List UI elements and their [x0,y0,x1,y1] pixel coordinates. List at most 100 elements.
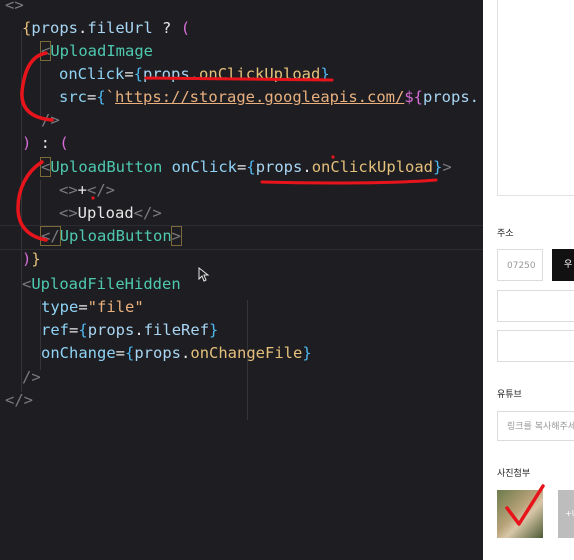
code-token: ref [41,321,69,339]
code-token: . [302,158,312,176]
check-mark-icon [505,484,545,526]
code-token: UploadButton [50,158,163,176]
code-token: } [433,158,443,176]
code-token: = [87,88,97,106]
code-token: = [115,344,125,362]
code-line[interactable]: ref={props.fileRef} [41,319,218,342]
code-token: . [181,344,191,362]
code-token: onChange [41,344,116,362]
code-token: ( [59,134,69,152]
code-token: UploadButton [59,227,172,245]
code-token: props [143,65,190,83]
youtube-input[interactable]: 링크를 복사해주세요 [497,411,574,441]
code-token: } [320,65,330,83]
code-token: . [134,321,144,339]
code-token: < [39,41,52,61]
code-token: </> [87,181,116,199]
code-token: UploadImage [50,42,153,60]
code-line[interactable]: onClick={props.onClickUpload} [59,63,330,86]
code-token: props. [423,88,479,106]
code-line[interactable]: )} [22,248,41,271]
code-token: </> [5,391,33,409]
code-line[interactable]: <>+</> [59,179,115,202]
code-token: : [31,134,60,152]
code-line[interactable]: type="file" [41,296,144,319]
code-token: > [170,226,183,246]
code-token: ) [22,134,32,152]
code-token: </> [133,204,162,222]
address-input[interactable] [497,290,574,322]
code-token: ? [152,19,181,37]
photo-label: 사진첨부 [497,469,531,479]
code-token: { [22,19,32,37]
content-textarea[interactable] [497,0,574,196]
code-token: UploadFileHidden [31,275,181,293]
code-token: > [442,158,452,176]
indent-guide [40,180,41,228]
code-line[interactable]: <>Upload</> [59,202,162,225]
code-line[interactable]: <UploadImage [39,40,153,63]
code-token: fileUrl [87,19,153,37]
code-token: onClickUpload [199,65,321,83]
youtube-label: 유튜브 [497,390,522,400]
underline-onclick-upload-2 [260,178,438,185]
code-editor[interactable]: <> {props.fileUrl ? (<UploadImage onClick=… [0,0,483,560]
code-line[interactable]: </> [5,389,33,412]
code-token: onChangeFile [190,344,303,362]
code-token: { [125,344,135,362]
code-token: ${ [404,88,423,106]
code-line[interactable]: /> [41,109,60,132]
code-token: props [255,158,303,176]
code-token: ` [105,88,116,106]
code-token: = [78,298,88,316]
code-line[interactable]: <> [5,0,24,17]
add-photo-button[interactable]: +U [558,490,574,538]
code-token: = [237,158,247,176]
code-token: fileRef [143,321,210,339]
code-line[interactable]: <UploadButton onClick={props.onClickUplo… [39,156,452,179]
code-token: Upload [77,204,134,222]
code-token: } [209,321,219,339]
code-token: = [124,65,134,83]
code-token: { [96,88,106,106]
address-detail-input[interactable] [497,330,574,362]
code-line[interactable]: /> [22,366,41,389]
zipcode-search-button[interactable]: 우 [552,249,574,281]
code-token: ( [180,19,191,37]
code-token: } [302,344,312,362]
indent-guide [21,30,22,392]
code-token: onClick [171,158,237,176]
code-token: { [78,321,88,339]
code-line[interactable]: src={`https://storage.googleapis.com/${p… [59,86,479,109]
address-label: 주소 [497,229,514,239]
code-token: /> [41,111,60,129]
code-token: </ [40,226,61,246]
code-token: <> [5,0,24,14]
code-token: "file" [87,298,144,316]
mouse-pointer-icon [198,267,210,282]
code-token: /> [22,368,41,386]
code-token: <> [59,204,78,222]
code-token: src [59,88,87,106]
code-token: . [189,65,200,83]
code-line[interactable]: onChange={props.onChangeFile} [41,342,312,365]
code-token: onClick [59,65,125,83]
code-token: } [31,250,41,268]
code-line[interactable]: {props.fileUrl ? ( [22,17,190,40]
zipcode-input[interactable]: 07250 [497,249,543,281]
form-preview-panel: 주소 07250 우 유튜브 링크를 복사해주세요 사진첨부 +U [483,0,574,560]
code-line[interactable]: <UploadFileHidden [22,273,181,296]
code-line[interactable]: ) : ( [22,132,69,155]
code-line[interactable]: </UploadButton> [40,225,183,248]
code-token: onClickUpload [311,158,434,176]
code-token: { [133,65,144,83]
code-token: = [69,321,79,339]
code-token: type [41,298,79,316]
code-token: { [246,158,256,176]
code-token: < [22,275,32,293]
code-token: < [39,157,52,177]
code-token: <> [59,181,78,199]
code-token: https://storage.googleapis.com/ [115,88,405,106]
code-token: props [134,344,182,362]
